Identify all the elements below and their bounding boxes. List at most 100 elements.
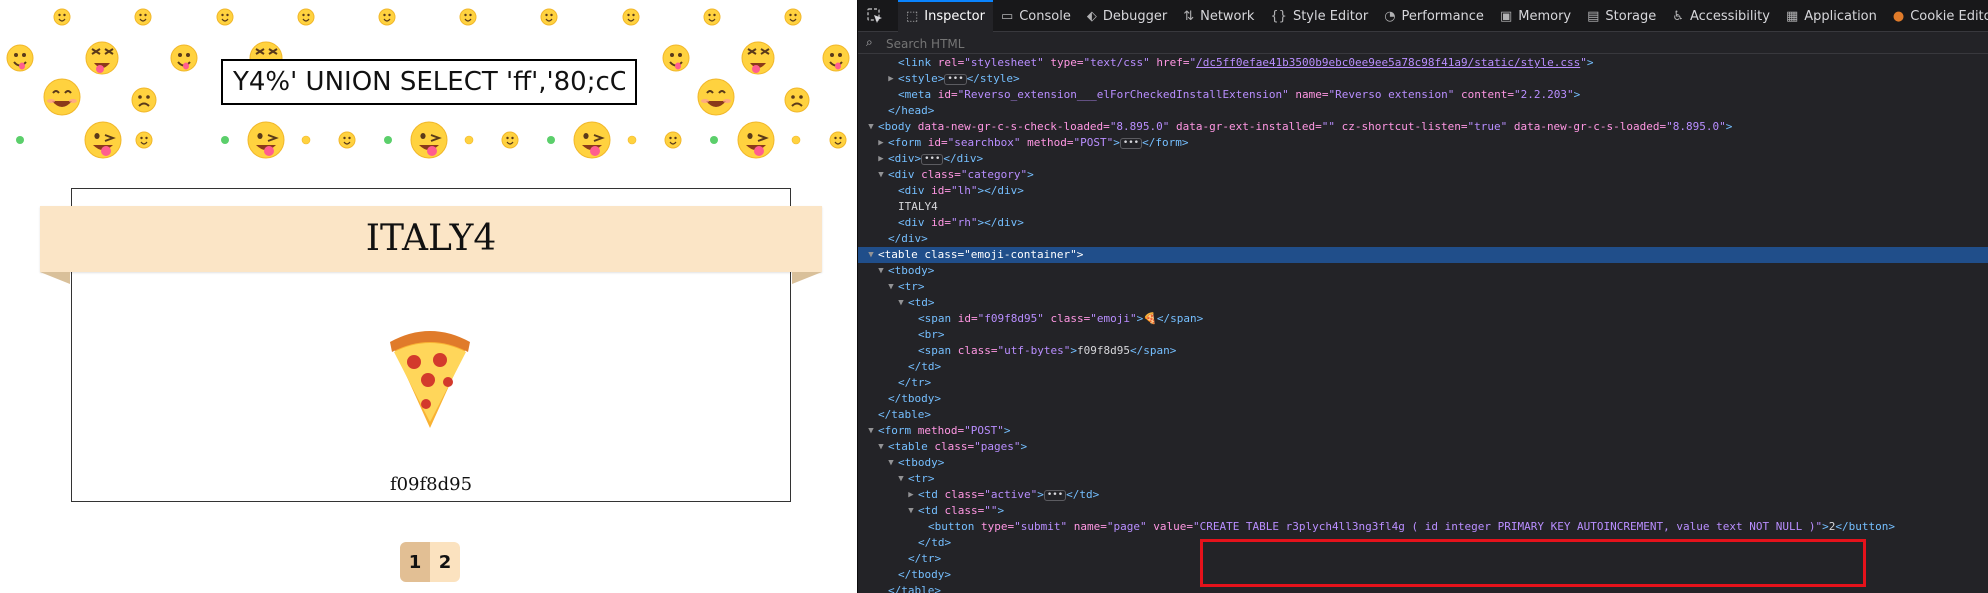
markup-node[interactable]: </td> [858, 359, 1988, 375]
collapsed-children-badge[interactable]: ••• [944, 73, 967, 85]
markup-node[interactable]: <span class="utf-bytes">f09f8d95</span> [858, 343, 1988, 359]
performance-icon: ◔ [1384, 8, 1396, 24]
element-picker-icon[interactable] [866, 7, 884, 25]
markup-node[interactable]: <span id="f09f8d95" class="emoji">🍕</spa… [858, 311, 1988, 327]
collapse-arrow-icon[interactable]: ▼ [876, 439, 886, 455]
collapsed-children-badge[interactable]: ••• [1043, 489, 1067, 501]
markup-node[interactable]: </tr> [858, 375, 1988, 391]
application-icon: ▦ [1785, 8, 1799, 24]
collapse-arrow-icon[interactable]: ▼ [866, 423, 876, 439]
markup-token: class= [944, 488, 985, 501]
search-input[interactable] [223, 61, 635, 103]
collapse-arrow-icon[interactable]: ▼ [886, 279, 896, 295]
markup-node[interactable]: ▶ <div> ••• </div> [858, 151, 1988, 167]
tab-inspector[interactable]: ⬚ Inspector [898, 0, 993, 32]
collapse-arrow-icon[interactable]: ▼ [866, 247, 876, 263]
markup-node[interactable]: ▼ <tbody> [858, 263, 1988, 279]
markup-token: <style> [898, 72, 945, 85]
markup-node[interactable]: ▶ <td class="active"> ••• </td> [858, 487, 1988, 503]
collapsed-children-badge[interactable]: ••• [1119, 137, 1143, 149]
ribbon-fold-left [40, 272, 70, 284]
markup-node[interactable]: <link rel="stylesheet" type="text/css" h… [858, 55, 1988, 71]
tab-console[interactable]: ▭ Console [993, 0, 1079, 32]
markup-token: > [1586, 56, 1594, 69]
markup-node[interactable]: ITALY4 [858, 199, 1988, 215]
tab-label: Console [1019, 8, 1071, 24]
markup-token: "Reverso extension" [1328, 88, 1455, 101]
markup-token: </table> [888, 584, 941, 593]
markup-token: f09f8d95 [1076, 344, 1130, 357]
markup-node[interactable]: <button type="submit" name="page" value=… [858, 519, 1988, 535]
collapse-arrow-icon[interactable]: ▼ [876, 263, 886, 279]
markup-node[interactable]: <meta id="Reverso_extension___elForCheck… [858, 87, 1988, 103]
tab-label: Inspector [924, 8, 985, 24]
markup-node[interactable]: ▼ <body data-new-gr-c-s-check-loaded="8.8… [858, 119, 1988, 135]
html-search-input[interactable] [884, 34, 1788, 53]
markup-node[interactable]: ▶ <style> ••• </style> [858, 71, 1988, 87]
tab-style-editor[interactable]: {} Style Editor [1262, 0, 1376, 32]
markup-node[interactable]: </head> [858, 103, 1988, 119]
collapse-arrow-icon[interactable]: ▼ [886, 455, 896, 471]
markup-node[interactable]: ▼ <div class="category"> [858, 167, 1988, 183]
markup-token: ITALY4 [898, 200, 938, 213]
markup-node[interactable]: ▼ <form method="POST"> [858, 423, 1988, 439]
markup-node[interactable]: </div> [858, 231, 1988, 247]
markup-token: </tbody> [888, 392, 941, 405]
markup-node[interactable]: <div id="lh"></div> [858, 183, 1988, 199]
collapse-arrow-icon[interactable]: ▼ [896, 471, 906, 487]
tab-network[interactable]: ⇅ Network [1175, 0, 1262, 32]
markup-node[interactable]: ▶ <form id="searchbox" method="POST"> ••• <… [858, 135, 1988, 151]
search-box[interactable] [221, 59, 637, 105]
collapse-arrow-icon[interactable]: ▼ [866, 119, 876, 135]
markup-token: href= [1149, 56, 1190, 69]
expand-arrow-icon[interactable]: ▶ [906, 487, 916, 503]
markup-token: </button> [1835, 520, 1895, 533]
expand-arrow-icon[interactable]: ▶ [886, 71, 896, 87]
markup-token: id= [957, 312, 978, 325]
markup-node[interactable]: ▼ <tr> [858, 279, 1988, 295]
page-1-button[interactable]: 1 [400, 542, 430, 582]
tab-cookie-editor[interactable]: ● Cookie Editor [1885, 0, 1988, 32]
collapse-arrow-icon[interactable]: ▼ [876, 167, 886, 183]
markup-token: class= [1043, 312, 1091, 325]
collapsed-children-badge[interactable]: ••• [921, 153, 944, 165]
markup-token: "" [1321, 120, 1335, 133]
markup-token: <div [888, 168, 922, 181]
expand-arrow-icon[interactable]: ▶ [876, 151, 886, 167]
expand-arrow-icon[interactable]: ▶ [876, 135, 886, 151]
markup-token: type= [980, 520, 1015, 533]
markup-token: "POST" [964, 424, 1004, 437]
markup-token: "page" [1106, 520, 1147, 533]
markup-node[interactable]: <br> [858, 327, 1988, 343]
markup-node[interactable]: ▼ <td> [858, 295, 1988, 311]
tab-storage[interactable]: ▤ Storage [1579, 0, 1664, 32]
devtools-panel: ⬚ Inspector ▭ Console ⬖ Debugger ⇅ Network {} Sty… [857, 0, 1988, 593]
markup-token: "" [984, 504, 998, 517]
tab-debugger[interactable]: ⬖ Debugger [1079, 0, 1175, 32]
markup-token: <td [918, 504, 945, 517]
collapse-arrow-icon[interactable]: ▼ [896, 295, 906, 311]
markup-node[interactable]: </tbody> [858, 391, 1988, 407]
inspector-icon: ⬚ [906, 8, 919, 24]
markup-node-selected[interactable]: ▼ <table class="emoji-container"> [858, 247, 1988, 263]
tab-performance[interactable]: ◔ Performance [1376, 0, 1492, 32]
markup-token: data-gr-ext-installed= [1169, 120, 1322, 133]
collapse-arrow-icon[interactable]: ▼ [906, 503, 916, 519]
markup-node[interactable]: ▼ <tr> [858, 471, 1988, 487]
markup-node[interactable]: </table> [858, 407, 1988, 423]
markup-node[interactable]: ▼ <tbody> [858, 455, 1988, 471]
markup-token: </head> [888, 104, 935, 117]
markup-token: "active" [984, 488, 1038, 501]
tab-application[interactable]: ▦ Application [1778, 0, 1885, 32]
markup-token: id= [931, 216, 951, 229]
tab-memory[interactable]: ▣ Memory [1492, 0, 1579, 32]
tab-accessibility[interactable]: ♿ Accessibility [1664, 0, 1778, 32]
markup-token: </div> [888, 232, 928, 245]
markup-token: <body [878, 120, 918, 133]
markup-token: "emoji-container" [964, 248, 1077, 261]
markup-node[interactable]: ▼ <td class=""> [858, 503, 1988, 519]
markup-token: > [1003, 424, 1011, 437]
page-2-button[interactable]: 2 [430, 542, 460, 582]
markup-node[interactable]: ▼ <table class="pages"> [858, 439, 1988, 455]
markup-node[interactable]: <div id="rh"></div> [858, 215, 1988, 231]
